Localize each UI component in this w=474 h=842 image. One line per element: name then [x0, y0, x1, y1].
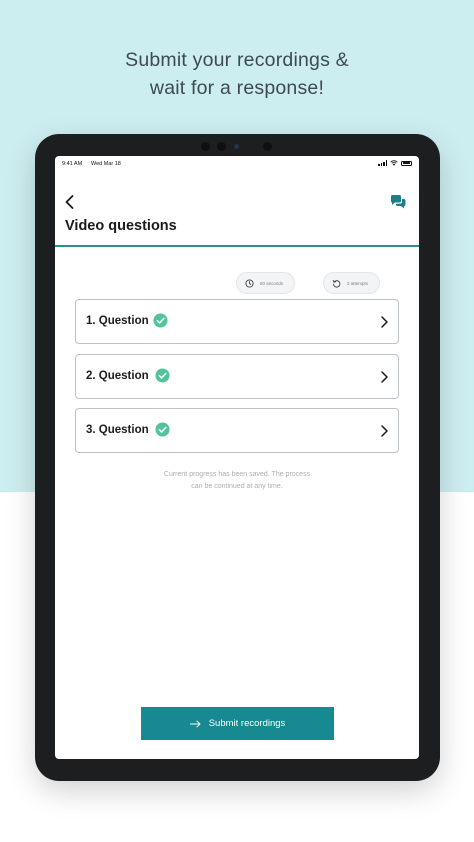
- question-label: 2. Question: [86, 370, 149, 382]
- camera-lens: [234, 144, 239, 149]
- promo-line-2: wait for a response!: [149, 77, 325, 99]
- attempts-pill: 3 attempts: [323, 272, 380, 294]
- clock-icon: [245, 278, 254, 288]
- status-date: Wed Mar 18: [91, 161, 121, 167]
- question-card-3[interactable]: 3. Question: [75, 408, 399, 453]
- saved-note-line-2: can be continued at any time.: [191, 483, 283, 490]
- wifi-icon: [390, 160, 398, 166]
- chevron-right-icon: [381, 425, 388, 437]
- sensor-dot: [263, 142, 272, 151]
- question-label: 1. Question: [86, 315, 149, 327]
- attempts-text: 3 attempts: [347, 280, 369, 286]
- retry-icon: [332, 279, 341, 288]
- question-card-2[interactable]: 2. Question: [75, 354, 399, 399]
- progress-saved-note: Current progress has been saved. The pro…: [55, 469, 419, 493]
- saved-note-line-1: Current progress has been saved. The pro…: [163, 471, 311, 478]
- time-limit-text: 60 seconds: [260, 280, 284, 286]
- check-circle-icon: [153, 313, 168, 328]
- page-title: Video questions: [65, 218, 177, 234]
- check-circle-icon: [155, 368, 170, 383]
- sensor-dot: [201, 142, 210, 151]
- chat-bubbles-icon[interactable]: [389, 194, 407, 210]
- status-bar: 9:41 AM Wed Mar 18: [55, 156, 419, 172]
- title-divider: [55, 245, 419, 247]
- chevron-right-icon: [381, 316, 388, 328]
- app-screen: 9:41 AM Wed Mar 18 Video questions 60 se…: [55, 156, 419, 759]
- question-label: 3. Question: [86, 424, 149, 436]
- question-card-1[interactable]: 1. Question: [75, 299, 399, 344]
- promo-line-1: Submit your recordings &: [125, 49, 349, 71]
- status-time: 9:41 AM: [62, 161, 83, 167]
- check-circle-icon: [155, 422, 170, 437]
- back-chevron-icon[interactable]: [63, 194, 77, 210]
- signal-icon: [378, 160, 387, 166]
- status-icons: [378, 160, 412, 166]
- chevron-right-icon: [381, 371, 388, 383]
- battery-icon: [401, 160, 412, 166]
- time-limit-pill: 60 seconds: [236, 272, 295, 294]
- arrow-right-icon: [189, 720, 201, 727]
- submit-recordings-button[interactable]: Submit recordings: [141, 707, 334, 740]
- sensor-dot: [217, 142, 226, 151]
- promo-headline: Submit your recordings & wait for a resp…: [0, 46, 474, 102]
- submit-label: Submit recordings: [208, 718, 286, 729]
